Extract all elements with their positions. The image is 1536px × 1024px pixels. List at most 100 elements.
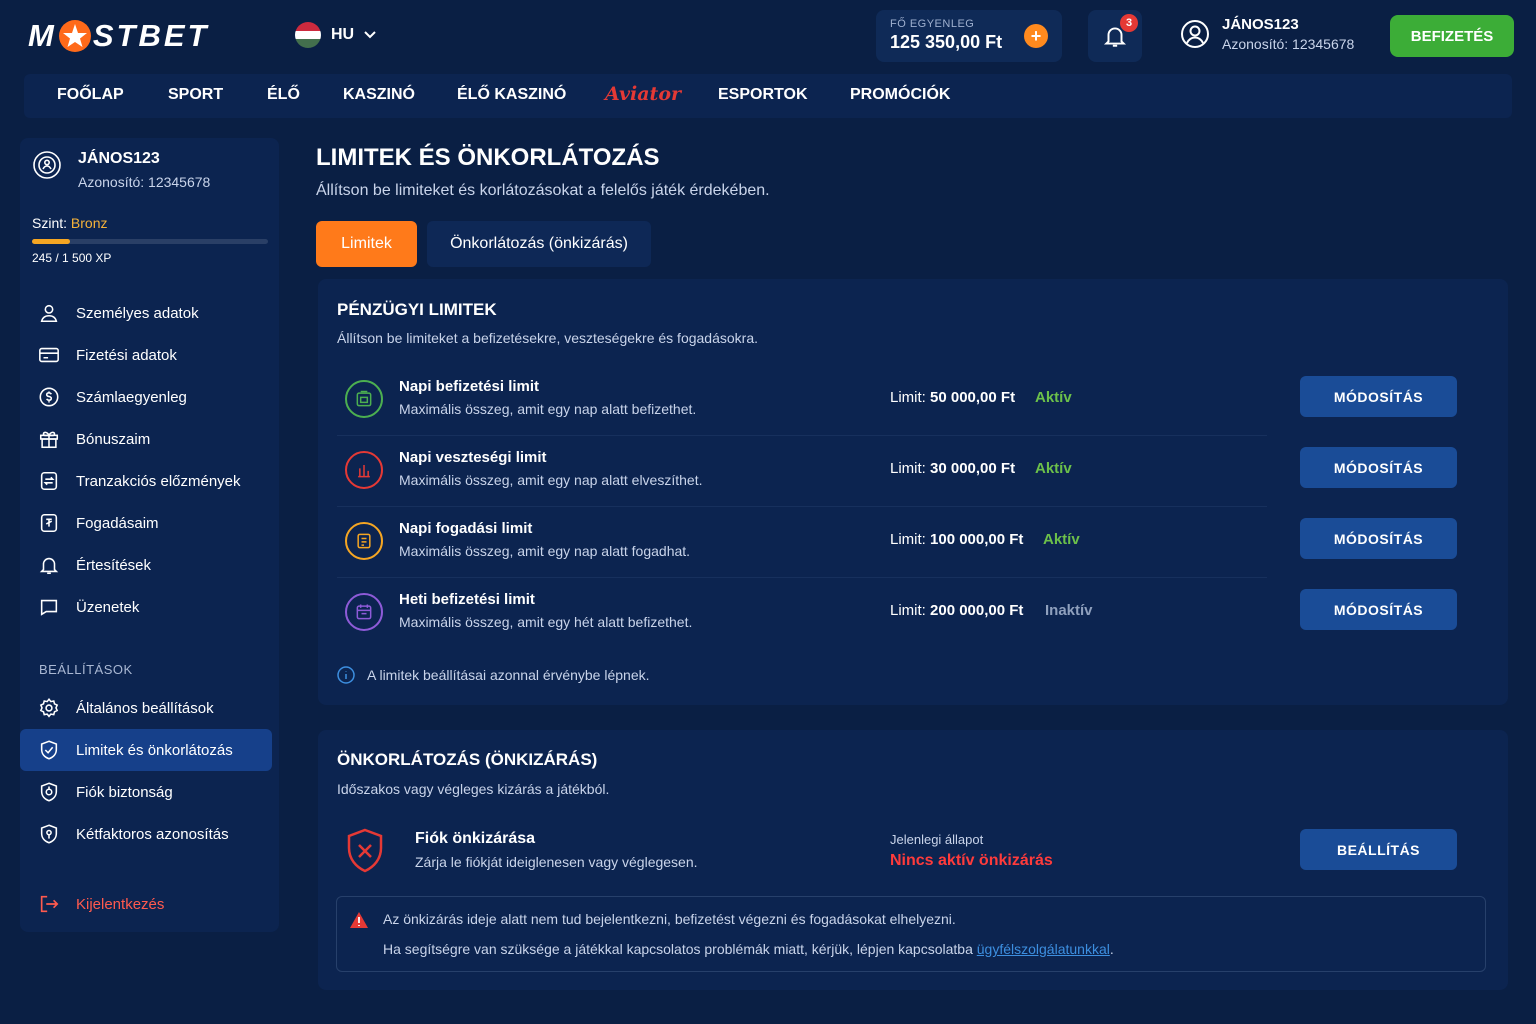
logout-icon <box>40 895 59 913</box>
modify-button[interactable]: MÓDOSÍTÁS <box>1300 447 1457 488</box>
sidebar-item-notifications[interactable]: Értesítések <box>20 544 272 586</box>
self-exclusion-row-title: Fiók önkizárása <box>415 830 536 847</box>
nav-sport[interactable]: SPORT <box>168 86 223 104</box>
self-exclusion-row: Fiók önkizárása Zárja le fiókját ideigle… <box>337 826 1487 896</box>
nav-promotions[interactable]: PROMÓCIÓK <box>850 86 950 104</box>
balance-label: FŐ EGYENLEG <box>890 18 975 30</box>
support-link[interactable]: ügyfélszolgálatunkkal <box>977 941 1110 957</box>
limit-status: Aktív <box>1043 531 1080 548</box>
tab-limits[interactable]: Limitek <box>316 221 417 267</box>
logout-button[interactable]: Kijelentkezés <box>20 883 272 925</box>
setup-button[interactable]: BEÁLLÍTÁS <box>1300 829 1457 870</box>
user-name: JÁNOS123 <box>1222 16 1299 33</box>
modify-button[interactable]: MÓDOSÍTÁS <box>1300 376 1457 417</box>
nav-esports[interactable]: ESPORTOK <box>718 86 808 104</box>
key-shield-icon <box>40 824 58 844</box>
limit-amount: 200 000,00 Ft <box>930 602 1024 619</box>
main-navigation: FOŐLAP SPORT ÉLŐ KASZINÓ ÉLŐ KASZINÓ Avi… <box>24 74 1512 118</box>
current-state-value: Nincs aktív önkizárás <box>890 852 1053 869</box>
limit-description: Maximális összeg, amit egy nap alatt elv… <box>399 472 703 488</box>
sidebar-item-two-factor[interactable]: Kétfaktoros azonosítás <box>20 813 272 855</box>
tab-self-exclusion[interactable]: Önkorlátozás (önkizárás) <box>427 221 651 267</box>
limit-description: Maximális összeg, amit egy hét alatt bef… <box>399 614 693 630</box>
limit-status: Aktív <box>1035 389 1072 406</box>
limit-prefix: Limit: <box>890 602 926 619</box>
loss-icon <box>345 451 383 489</box>
sidebar-user-id: Azonosító: 12345678 <box>78 174 211 190</box>
sidebar-item-label: Limitek és önkorlátozás <box>76 741 233 759</box>
nav-home[interactable]: FOŐLAP <box>57 86 124 104</box>
mostbet-logo[interactable]: M STBET <box>28 18 209 54</box>
modify-button[interactable]: MÓDOSÍTÁS <box>1300 589 1457 630</box>
sidebar-item-transactions[interactable]: Tranzakciós előzmények <box>20 460 272 502</box>
sidebar-item-messages[interactable]: Üzenetek <box>20 586 272 628</box>
bell-icon <box>39 557 59 575</box>
balance-widget: FŐ EGYENLEG 125 350,00 Ft + <box>876 10 1062 62</box>
level-label: Szint: <box>32 215 68 231</box>
warning-text-2-body: Ha segítségre van szüksége a játékkal ka… <box>383 941 973 957</box>
deposit-icon <box>345 380 383 418</box>
shield-check-icon <box>40 740 58 760</box>
user-icon <box>40 304 58 323</box>
sidebar-item-limits[interactable]: Limitek és önkorlátozás <box>20 729 272 771</box>
nav-live-casino[interactable]: ÉLŐ KASZINÓ <box>457 86 566 104</box>
limit-value: Limit: 100 000,00 Ft <box>890 531 1023 548</box>
limits-info: A limitek beállításai azonnal érvénybe l… <box>337 666 650 684</box>
warning-text-2-end: . <box>1109 941 1114 957</box>
chat-icon <box>40 599 58 616</box>
level-value: Bronz <box>70 215 108 231</box>
add-funds-button[interactable]: + <box>1024 24 1048 48</box>
self-exclusion-title: ÖNKORLÁTOZÁS (ÖNKIZÁRÁS) <box>337 750 598 769</box>
financial-limits-card: PÉNZÜGYI LIMITEK Állítson be limiteket a… <box>318 279 1508 705</box>
sidebar-item-label: Tranzakciós előzmények <box>76 472 241 490</box>
limit-name: Napi veszteségi limit <box>399 449 547 466</box>
user-avatar-icon <box>1181 20 1209 48</box>
card-icon <box>39 347 59 363</box>
warning-icon <box>350 912 368 928</box>
sidebar-item-personal-data[interactable]: Személyes adatok <box>20 292 272 334</box>
sidebar-item-label: Fizetési adatok <box>76 346 177 364</box>
self-exclusion-card: ÖNKORLÁTOZÁS (ÖNKIZÁRÁS) Időszakos vagy … <box>318 730 1508 990</box>
warning-text-1: Az önkizárás ideje alatt nem tud bejelen… <box>383 911 956 927</box>
nav-aviator[interactable]: Aviator <box>605 83 681 105</box>
limit-amount: 50 000,00 Ft <box>930 389 1016 406</box>
level-indicator: Szint: Bronz <box>32 215 107 231</box>
sidebar-item-payment-data[interactable]: Fizetési adatok <box>20 334 272 376</box>
logo-text-left: M <box>28 18 57 53</box>
account-sidebar: JÁNOS123 Azonosító: 12345678 Szint: Bron… <box>20 138 279 932</box>
limit-row-daily-deposit: Napi befizetési limit Maximális összeg, … <box>337 366 1467 436</box>
deposit-button[interactable]: BEFIZETÉS <box>1390 15 1514 57</box>
sidebar-item-bets[interactable]: Fogadásaim <box>20 502 272 544</box>
row-divider <box>337 435 1267 436</box>
sidebar-item-label: Értesítések <box>76 556 152 574</box>
logo-text-right: STBET <box>92 18 210 53</box>
limit-amount: 100 000,00 Ft <box>930 531 1024 548</box>
limit-prefix: Limit: <box>890 389 926 406</box>
sidebar-item-label: Kétfaktoros azonosítás <box>76 825 229 843</box>
profile-badge-icon <box>33 151 61 179</box>
settings-heading: BEÁLLÍTÁSOK <box>39 662 133 677</box>
self-exclusion-warning: Az önkizárás ideje alatt nem tud bejelen… <box>336 896 1486 972</box>
modify-button[interactable]: MÓDOSÍTÁS <box>1300 518 1457 559</box>
nav-casino[interactable]: KASZINÓ <box>343 86 415 104</box>
xp-text: 245 / 1 500 XP <box>32 251 112 265</box>
self-exclusion-subtitle: Időszakos vagy végleges kizárás a játékb… <box>337 781 610 797</box>
limit-description: Maximális összeg, amit egy nap alatt bef… <box>399 401 697 417</box>
limit-prefix: Limit: <box>890 460 926 477</box>
sidebar-item-balance[interactable]: Számlaegyenleg <box>20 376 272 418</box>
sidebar-item-general-settings[interactable]: Általános beállítások <box>20 687 272 729</box>
sidebar-item-account-security[interactable]: Fiók biztonság <box>20 771 272 813</box>
notifications-button[interactable]: 3 <box>1088 10 1142 62</box>
sidebar-item-bonuses[interactable]: Bónuszaim <box>20 418 272 460</box>
sidebar-profile: JÁNOS123 Azonosító: 12345678 <box>32 150 210 190</box>
language-selector[interactable]: HU <box>295 22 376 48</box>
sidebar-user-name: JÁNOS123 <box>78 150 160 167</box>
calendar-icon <box>345 593 383 631</box>
xp-progress-fill <box>32 239 71 244</box>
limit-value: Limit: 50 000,00 Ft <box>890 389 1015 406</box>
nav-live[interactable]: ÉLŐ <box>267 86 300 104</box>
limit-row-daily-loss: Napi veszteségi limit Maximális összeg, … <box>337 437 1467 507</box>
limit-row-weekly-deposit: Heti befizetési limit Maximális összeg, … <box>337 579 1467 649</box>
notification-count-badge: 3 <box>1120 14 1138 32</box>
user-menu[interactable]: JÁNOS123 Azonosító: 12345678 <box>1180 16 1354 52</box>
